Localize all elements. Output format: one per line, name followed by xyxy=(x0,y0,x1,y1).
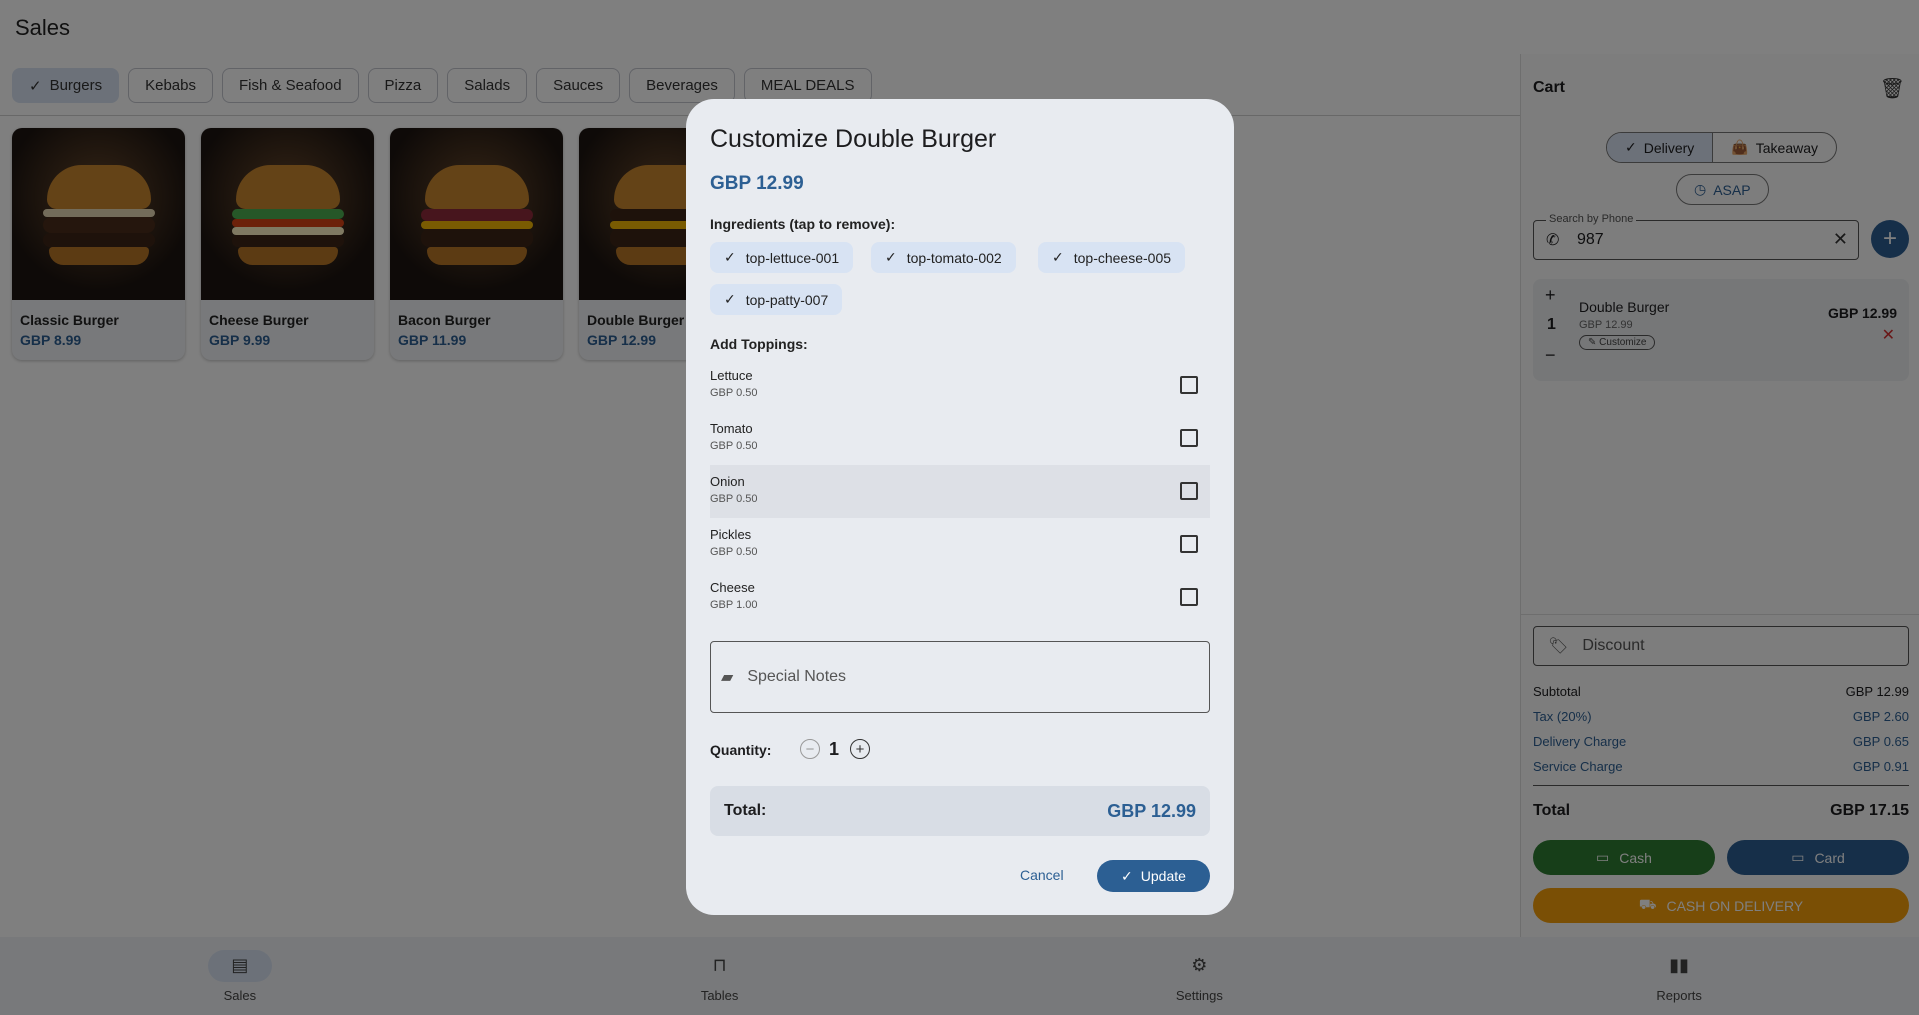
topping-row[interactable]: Pickles GBP 0.50 xyxy=(710,518,1210,571)
chip-label: top-tomato-002 xyxy=(906,249,1002,266)
topping-row[interactable]: Cheese GBP 1.00 xyxy=(710,571,1210,624)
topping-row[interactable]: Lettuce GBP 0.50 xyxy=(710,359,1210,412)
ingredient-chip[interactable]: ✓ top-cheese-005 xyxy=(1038,242,1186,273)
quantity-value: 1 xyxy=(829,739,840,759)
dialog-price: GBP 12.99 xyxy=(710,173,804,194)
customize-dialog: Customize Double Burger GBP 12.99 Ingred… xyxy=(686,99,1234,915)
check-icon: ✓ xyxy=(724,249,736,265)
topping-checkbox[interactable] xyxy=(1180,482,1198,500)
ingredient-chip[interactable]: ✓ top-tomato-002 xyxy=(871,242,1016,273)
quantity-label: Quantity: xyxy=(710,742,772,758)
topping-checkbox[interactable] xyxy=(1180,535,1198,553)
topping-row[interactable]: Tomato GBP 0.50 xyxy=(710,412,1210,465)
toppings-heading: Add Toppings: xyxy=(710,336,808,352)
decrease-quantity-button[interactable]: − xyxy=(800,739,820,759)
topping-name: Lettuce xyxy=(710,368,753,383)
total-value: GBP 12.99 xyxy=(1107,800,1196,821)
ingredient-chip[interactable]: ✓ top-patty-007 xyxy=(710,284,843,315)
check-icon: ✓ xyxy=(1052,249,1064,265)
topping-row[interactable]: Onion GBP 0.50 xyxy=(710,465,1210,518)
topping-name: Onion xyxy=(710,474,745,489)
update-button[interactable]: ✓ Update xyxy=(1097,860,1210,892)
check-icon: ✓ xyxy=(885,249,897,265)
ingredient-chip[interactable]: ✓ top-lettuce-001 xyxy=(710,242,854,273)
topping-name: Pickles xyxy=(710,527,752,542)
total-label: Total: xyxy=(724,802,767,819)
topping-price: GBP 0.50 xyxy=(710,546,758,558)
topping-checkbox[interactable] xyxy=(1180,588,1198,606)
notes-placeholder: Special Notes xyxy=(747,668,847,685)
topping-checkbox[interactable] xyxy=(1180,376,1198,394)
topping-checkbox[interactable] xyxy=(1180,429,1198,447)
check-icon: ✓ xyxy=(1121,867,1133,884)
topping-price: GBP 0.50 xyxy=(710,493,758,505)
cancel-button[interactable]: Cancel xyxy=(1020,867,1064,883)
chip-label: top-patty-007 xyxy=(745,291,829,308)
topping-price: GBP 0.50 xyxy=(710,387,758,399)
button-label: Update xyxy=(1140,868,1186,884)
topping-price: GBP 1.00 xyxy=(710,599,758,611)
note-icon: ▰ xyxy=(721,669,734,686)
ingredients-heading: Ingredients (tap to remove): xyxy=(710,216,896,232)
dialog-total: Total: GBP 12.99 xyxy=(710,786,1210,836)
chip-label: top-cheese-005 xyxy=(1073,249,1172,266)
dialog-title: Customize Double Burger xyxy=(710,125,997,153)
increase-quantity-button[interactable]: + xyxy=(850,739,870,759)
chip-label: top-lettuce-001 xyxy=(745,249,840,266)
topping-name: Tomato xyxy=(710,421,753,436)
topping-price: GBP 0.50 xyxy=(710,440,758,452)
topping-name: Cheese xyxy=(710,580,755,595)
check-icon: ✓ xyxy=(724,291,736,307)
special-notes-input[interactable]: ▰ Special Notes xyxy=(710,641,1210,713)
